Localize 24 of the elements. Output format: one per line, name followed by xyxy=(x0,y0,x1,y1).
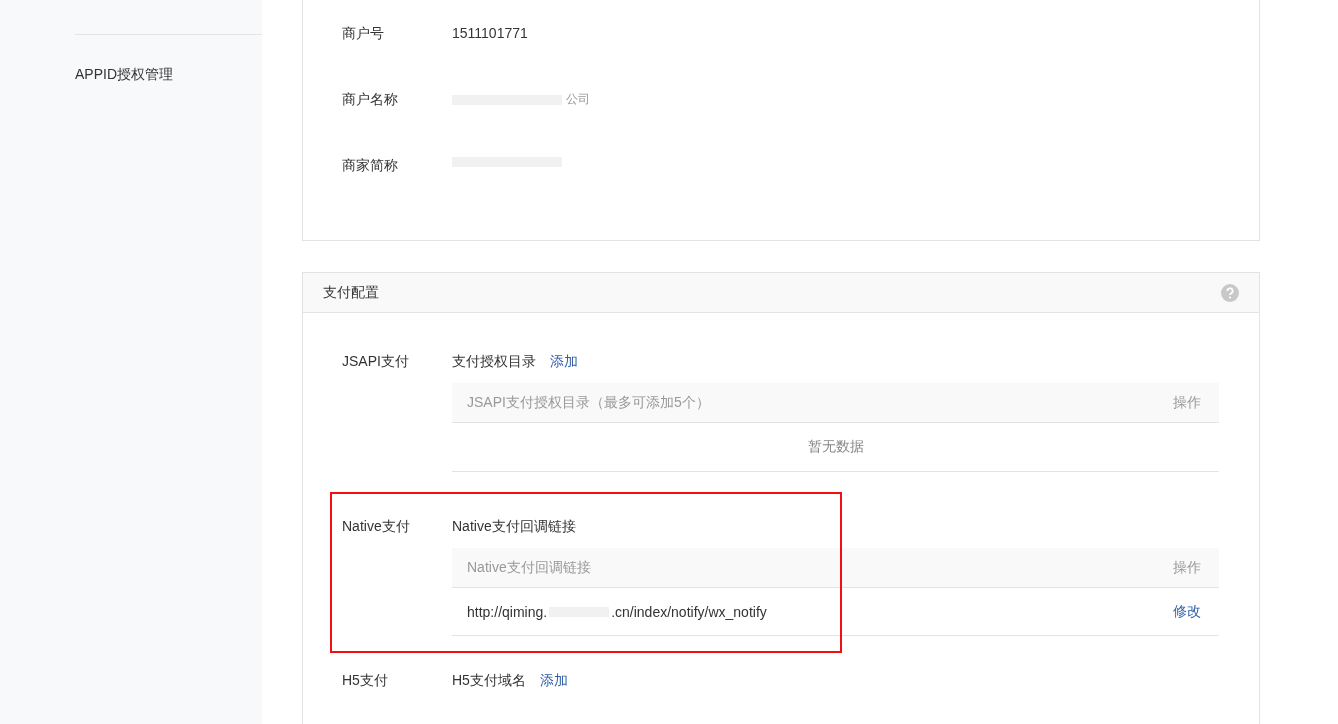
sidebar-item[interactable]: APPID授权管理 xyxy=(75,66,173,84)
column-header: 操作 xyxy=(1173,558,1202,577)
section-label: H5支付 xyxy=(341,672,389,690)
add-link[interactable]: 添加 xyxy=(550,353,578,373)
url-text: http://qiming. xyxy=(467,603,548,620)
field-label: 商户号 xyxy=(341,25,385,43)
card-title: 支付配置 xyxy=(323,283,379,302)
column-header: 操作 xyxy=(1173,393,1202,412)
section-subtitle: H5支付域名 xyxy=(452,672,526,690)
add-link[interactable]: 添加 xyxy=(539,672,568,692)
field-label: 商户名称 xyxy=(341,91,399,109)
field-value: 1511101771 xyxy=(452,25,528,41)
section-label: Native支付 xyxy=(341,518,411,536)
column-header: Native支付回调链接 xyxy=(467,558,591,577)
section-subtitle: 支付授权目录 xyxy=(452,353,536,371)
help-icon[interactable] xyxy=(1221,283,1239,302)
empty-message: 暂无数据 xyxy=(452,423,1219,472)
column-header: JSAPI支付授权目录（最多可添加5个） xyxy=(467,393,710,412)
field-value: 公司 xyxy=(566,91,590,108)
edit-link[interactable]: 修改 xyxy=(1173,602,1219,621)
section-subtitle: Native支付回调链接 xyxy=(452,518,576,536)
field-label: 商家简称 xyxy=(341,157,399,175)
section-label: JSAPI支付 xyxy=(341,353,410,371)
url-text: .cn/index/notify/wx_notify xyxy=(611,603,767,620)
